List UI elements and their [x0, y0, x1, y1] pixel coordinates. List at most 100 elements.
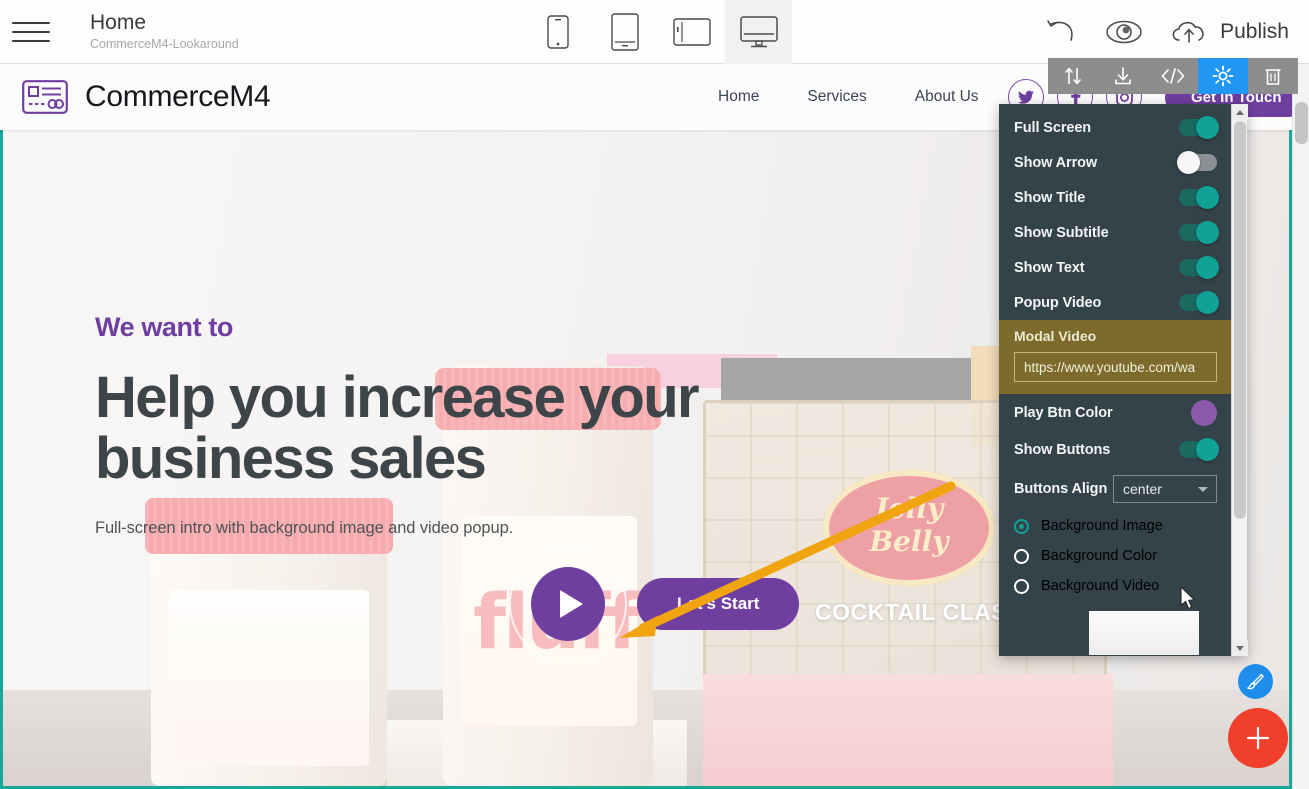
toggle-knob — [1177, 151, 1200, 174]
publish-button[interactable]: Publish — [1169, 17, 1293, 47]
background-image-preview[interactable] — [1089, 611, 1199, 655]
setting-label: Popup Video — [1014, 294, 1102, 311]
show-text-toggle[interactable] — [1179, 256, 1219, 279]
move-block-button[interactable] — [1048, 58, 1098, 94]
publish-label: Publish — [1220, 20, 1289, 43]
eye-icon — [1106, 20, 1142, 44]
undo-button[interactable] — [1045, 18, 1079, 46]
caret-down-icon — [1236, 645, 1244, 651]
brand-name: CommerceM4 — [85, 80, 271, 113]
hamburger-line — [12, 21, 50, 24]
lets-start-button[interactable]: Let's Start — [637, 578, 800, 630]
trash-icon — [1265, 69, 1281, 85]
scrollbar-down-button[interactable] — [1232, 640, 1248, 656]
setting-label: Full Screen — [1014, 119, 1092, 136]
modal-video-input[interactable] — [1014, 352, 1217, 382]
hamburger-line — [12, 39, 50, 42]
project-name: CommerceM4-Lookaround — [90, 37, 239, 51]
canvas-scrollbar-thumb[interactable] — [1295, 102, 1308, 144]
hero-content: We want to Help you increase your busine… — [95, 312, 795, 538]
setting-label: Show Subtitle — [1014, 224, 1109, 241]
undo-icon — [1047, 20, 1073, 41]
show-subtitle-toggle[interactable] — [1179, 221, 1219, 244]
canvas-scrollbar[interactable] — [1292, 64, 1309, 789]
device-preview-group — [524, 0, 792, 64]
show-buttons-toggle[interactable] — [1179, 438, 1219, 461]
settings-panel-body: Full Screen Show Arrow Show Title Show S… — [999, 104, 1231, 656]
setting-popup-video[interactable]: Popup Video — [999, 285, 1231, 320]
mobile-icon — [546, 15, 569, 49]
tablet-icon — [610, 13, 639, 51]
device-tablet-button[interactable] — [591, 0, 658, 64]
setting-show-arrow[interactable]: Show Arrow — [999, 145, 1231, 180]
setting-label: Play Btn Color — [1014, 405, 1113, 421]
topbar-actions: Publish — [1045, 0, 1293, 64]
setting-buttons-align[interactable]: Buttons Align — [999, 467, 1231, 511]
hamburger-line — [12, 30, 50, 33]
download-icon — [1115, 67, 1131, 85]
setting-show-title[interactable]: Show Title — [999, 180, 1231, 215]
setting-label: Show Arrow — [1014, 154, 1098, 171]
gear-icon — [1212, 65, 1234, 87]
tablet-landscape-icon — [672, 18, 711, 46]
page-meta: Home CommerceM4-Lookaround — [62, 10, 239, 53]
setting-show-text[interactable]: Show Text — [999, 250, 1231, 285]
toggle-knob — [1196, 256, 1219, 279]
site-brand[interactable]: CommerceM4 — [0, 80, 271, 114]
twitter-icon — [1017, 90, 1034, 104]
radio-background-image[interactable] — [1014, 518, 1029, 534]
radio-background-color[interactable] — [1014, 548, 1029, 564]
modal-video-section: Modal Video — [999, 320, 1231, 394]
paintbrush-icon — [1247, 673, 1264, 690]
show-arrow-toggle[interactable] — [1177, 151, 1217, 174]
theme-paint-fab[interactable] — [1238, 664, 1273, 699]
show-title-toggle[interactable] — [1179, 186, 1219, 209]
full-screen-toggle[interactable] — [1179, 116, 1219, 139]
settings-panel-scroll: Full Screen Show Arrow Show Title Show S… — [999, 104, 1231, 656]
scrollbar-up-button[interactable] — [1232, 104, 1248, 120]
radio-background-video[interactable] — [1014, 578, 1029, 594]
setting-label: Show Title — [1014, 189, 1086, 206]
device-desktop-button[interactable] — [725, 0, 792, 64]
delete-block-button[interactable] — [1248, 58, 1298, 94]
popup-video-toggle[interactable] — [1179, 291, 1219, 314]
device-mobile-button[interactable] — [524, 0, 591, 64]
play-btn-color-swatch[interactable] — [1191, 400, 1217, 426]
nav-link-home[interactable]: Home — [718, 88, 759, 106]
preview-button[interactable] — [1105, 19, 1143, 45]
up-down-arrows-icon — [1065, 67, 1081, 85]
card-logo-icon — [22, 80, 68, 114]
background-video-option[interactable]: Background Video — [999, 571, 1231, 601]
download-block-button[interactable] — [1098, 58, 1148, 94]
edit-code-button[interactable] — [1148, 58, 1198, 94]
block-settings-button[interactable] — [1198, 58, 1248, 94]
settings-scrollbar-thumb[interactable] — [1234, 121, 1246, 519]
add-block-fab[interactable] — [1228, 708, 1288, 768]
app-root: Home CommerceM4-Lookaround Publish Comme… — [0, 0, 1309, 789]
cloud-upload-icon — [1172, 21, 1204, 43]
setting-play-btn-color[interactable]: Play Btn Color — [999, 394, 1231, 432]
background-image-option[interactable]: Background Image — [999, 511, 1231, 541]
buttons-align-select[interactable] — [1113, 475, 1217, 503]
nav-link-services[interactable]: Services — [807, 88, 866, 106]
hero-title: Help you increase your business sales — [95, 365, 700, 491]
setting-label: Show Buttons — [1014, 441, 1111, 458]
setting-show-subtitle[interactable]: Show Subtitle — [999, 215, 1231, 250]
top-app-bar: Home CommerceM4-Lookaround Publish — [0, 0, 1309, 64]
site-nav-links: Home Services About Us — [718, 88, 979, 106]
buttons-align-select-wrap — [1113, 475, 1217, 503]
setting-show-buttons[interactable]: Show Buttons — [999, 432, 1231, 467]
caret-up-icon — [1236, 109, 1244, 115]
toggle-knob — [1196, 186, 1219, 209]
option-label: Background Image — [1041, 518, 1163, 534]
background-color-option[interactable]: Background Color — [999, 541, 1231, 571]
setting-label: Buttons Align — [1014, 481, 1108, 497]
settings-panel-scrollbar[interactable] — [1231, 104, 1248, 656]
setting-full-screen[interactable]: Full Screen — [999, 110, 1231, 145]
nav-link-about-us[interactable]: About Us — [915, 88, 979, 106]
option-label: Background Color — [1041, 548, 1158, 564]
toggle-knob — [1196, 291, 1219, 314]
device-tablet-landscape-button[interactable] — [658, 0, 725, 64]
hamburger-icon[interactable] — [0, 0, 62, 64]
desktop-icon — [739, 16, 778, 48]
